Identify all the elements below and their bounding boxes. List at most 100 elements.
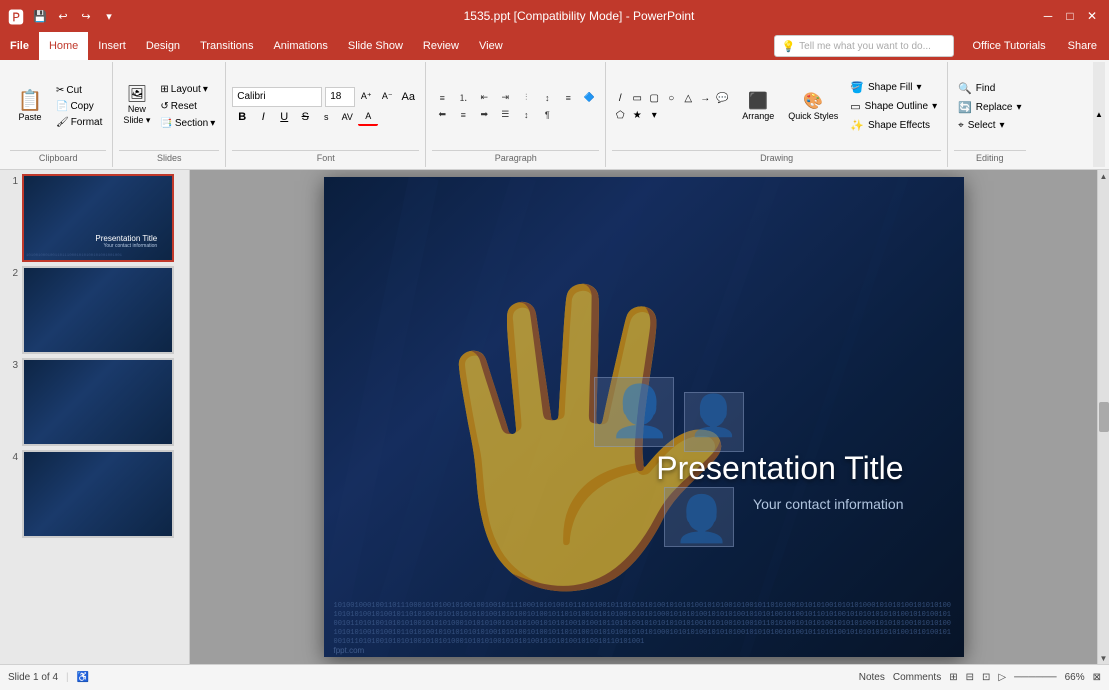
strikethrough-btn[interactable]: S xyxy=(295,108,315,126)
slide-thumb-3[interactable] xyxy=(22,358,174,446)
shape-triangle-btn[interactable]: △ xyxy=(680,91,696,107)
shadow-btn[interactable]: s xyxy=(316,108,336,126)
tell-me-box[interactable]: 💡 Tell me what you want to do... xyxy=(774,35,954,57)
font-family-input[interactable] xyxy=(232,87,322,107)
zoom-slider[interactable]: ────── xyxy=(1014,672,1057,683)
clipboard-content: 📋 Paste ✂ Cut 📄 Copy 🖌 Format xyxy=(10,64,106,148)
menu-slideshow[interactable]: Slide Show xyxy=(338,32,413,60)
slide-thumb-4[interactable] xyxy=(22,450,174,538)
menu-animations[interactable]: Animations xyxy=(263,32,337,60)
decrease-indent-btn[interactable]: ⇤ xyxy=(474,90,494,106)
fit-window-btn[interactable]: ⊠ xyxy=(1093,672,1101,683)
customize-quick-btn[interactable]: ▾ xyxy=(99,6,119,26)
increase-indent-btn[interactable]: ⇥ xyxy=(495,90,515,106)
shape-pentagon-btn[interactable]: ⬠ xyxy=(612,108,628,124)
new-slide-btn[interactable]: 🖼 New Slide ▾ xyxy=(119,85,154,128)
align-text-btn[interactable]: ≡ xyxy=(558,90,578,106)
menu-review[interactable]: Review xyxy=(413,32,469,60)
bold-btn[interactable]: B xyxy=(232,108,252,126)
slide-binary: 1010010001001101110001010100101001001001… xyxy=(334,602,954,647)
para-spacing-btn[interactable]: ¶ xyxy=(537,107,557,123)
shape-rect-btn[interactable]: ▭ xyxy=(629,91,645,107)
align-center-btn[interactable]: ≡ xyxy=(453,107,473,123)
italic-btn[interactable]: I xyxy=(253,108,273,126)
shape-effects-btn[interactable]: ✨ Shape Effects xyxy=(846,117,941,134)
redo-quick-btn[interactable]: ↪ xyxy=(76,6,96,26)
menu-transitions[interactable]: Transitions xyxy=(190,32,263,60)
shape-rounded-btn[interactable]: ▢ xyxy=(646,91,662,107)
menu-design[interactable]: Design xyxy=(136,32,190,60)
find-btn[interactable]: 🔍 Find xyxy=(954,80,1025,97)
text-direction-btn[interactable]: ↕ xyxy=(537,90,557,106)
slide-thumb-2[interactable] xyxy=(22,266,174,354)
font-size-input[interactable] xyxy=(325,87,355,107)
view-slideshow-btn[interactable]: ▷ xyxy=(998,672,1006,683)
slide-thumb-1[interactable]: Presentation Title Your contact informat… xyxy=(22,174,174,262)
clear-format-btn[interactable]: Aa xyxy=(398,88,418,106)
font-size-up-btn[interactable]: A⁺ xyxy=(356,88,376,106)
slide-item-1[interactable]: 1 Presentation Title Your contact inform… xyxy=(4,174,185,262)
comments-btn[interactable]: Comments xyxy=(893,672,941,683)
shape-outline-btn[interactable]: ▭ Shape Outline ▾ xyxy=(846,98,941,115)
scroll-down-arrow[interactable]: ▼ xyxy=(1098,652,1109,664)
slide-item-3[interactable]: 3 xyxy=(4,358,185,446)
notes-btn[interactable]: Notes xyxy=(859,672,885,683)
section-btn[interactable]: 📑 Section ▾ xyxy=(156,116,219,131)
columns-btn[interactable]: ⫶ xyxy=(516,90,536,106)
shape-callout-btn[interactable]: 💬 xyxy=(714,91,730,107)
arrange-btn[interactable]: ⬛ Arrange xyxy=(736,89,780,123)
undo-quick-btn[interactable]: ↩ xyxy=(53,6,73,26)
menu-file[interactable]: File xyxy=(0,32,39,60)
bullets-btn[interactable]: ≡ xyxy=(432,90,452,106)
share-btn[interactable]: Share xyxy=(1056,32,1109,60)
scroll-up-arrow[interactable]: ▲ xyxy=(1098,170,1109,182)
office-tutorials-btn[interactable]: Office Tutorials xyxy=(962,32,1055,60)
view-reading-btn[interactable]: ⊡ xyxy=(982,672,990,683)
restore-btn[interactable]: □ xyxy=(1061,7,1079,25)
justify-btn[interactable]: ☰ xyxy=(495,107,515,123)
menu-insert[interactable]: Insert xyxy=(88,32,136,60)
shape-fill-btn[interactable]: 🪣 Shape Fill ▾ xyxy=(846,79,941,96)
shape-oval-btn[interactable]: ○ xyxy=(663,91,679,107)
line-spacing-btn[interactable]: ↕ xyxy=(516,107,536,123)
font-size-down-btn[interactable]: A⁻ xyxy=(377,88,397,106)
save-quick-btn[interactable]: 💾 xyxy=(30,6,50,26)
font-color-btn[interactable]: A xyxy=(358,108,378,126)
slide-item-4[interactable]: 4 xyxy=(4,450,185,538)
smartart-btn[interactable]: 🔷 xyxy=(579,90,599,106)
menu-home[interactable]: Home xyxy=(39,32,88,60)
slide-title[interactable]: Presentation Title xyxy=(656,450,903,487)
format-painter-btn[interactable]: 🖌 Format xyxy=(52,115,106,130)
select-btn[interactable]: ⌖ Select ▾ xyxy=(954,118,1025,133)
cut-btn[interactable]: ✂ Cut xyxy=(52,83,106,98)
view-slide-sorter-btn[interactable]: ⊟ xyxy=(966,672,974,683)
close-btn[interactable]: ✕ xyxy=(1083,7,1101,25)
slide-subtitle[interactable]: Your contact information xyxy=(753,496,903,512)
shape-line-btn[interactable]: / xyxy=(612,91,628,107)
minimize-btn[interactable]: ─ xyxy=(1039,7,1057,25)
char-spacing-btn[interactable]: AV xyxy=(337,108,357,126)
scroll-thumb[interactable] xyxy=(1099,402,1109,432)
reset-btn[interactable]: ↺ Reset xyxy=(156,99,219,114)
shape-more-btn[interactable]: ▾ xyxy=(646,108,662,124)
view-normal-btn[interactable]: ⊞ xyxy=(949,672,957,683)
menu-view[interactable]: View xyxy=(469,32,513,60)
copy-btn[interactable]: 📄 Copy xyxy=(52,99,106,114)
numbering-btn[interactable]: ⒈ xyxy=(453,90,473,106)
quick-styles-btn[interactable]: 🎨 Quick Styles xyxy=(784,89,842,123)
ribbon-drawing-group: / ▭ ▢ ○ △ → 💬 ⬠ ★ ▾ ⬛ Arrange 🎨 xyxy=(606,62,948,167)
shape-star-btn[interactable]: ★ xyxy=(629,108,645,124)
find-icon: 🔍 xyxy=(958,82,972,95)
paste-btn[interactable]: 📋 Paste xyxy=(10,89,50,124)
slide-item-2[interactable]: 2 xyxy=(4,266,185,354)
ribbon-collapse-btn[interactable]: ▲ xyxy=(1093,62,1105,167)
para-row-1: ≡ ⒈ ⇤ ⇥ ⫶ ↕ ≡ 🔷 xyxy=(432,90,599,106)
layout-btn[interactable]: ⊞ Layout ▾ xyxy=(156,82,219,97)
align-right-btn[interactable]: ➡ xyxy=(474,107,494,123)
accessibility-icon: ♿ xyxy=(77,672,89,683)
slide-info: Slide 1 of 4 xyxy=(8,672,58,683)
shape-arrow-btn[interactable]: → xyxy=(697,91,713,107)
underline-btn[interactable]: U xyxy=(274,108,294,126)
replace-btn[interactable]: 🔄 Replace ▾ xyxy=(954,99,1025,116)
align-left-btn[interactable]: ⬅ xyxy=(432,107,452,123)
